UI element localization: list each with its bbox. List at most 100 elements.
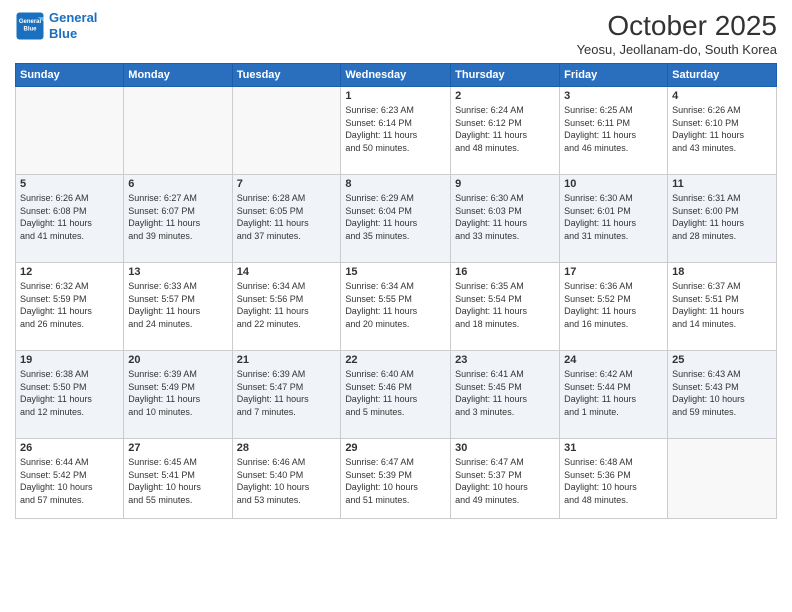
cell-info: Sunrise: 6:28 AMSunset: 6:05 PMDaylight:… [237,192,337,242]
cell-info: Sunrise: 6:37 AMSunset: 5:51 PMDaylight:… [672,280,772,330]
day-number: 15 [345,266,446,278]
calendar-cell: 18 Sunrise: 6:37 AMSunset: 5:51 PMDayligh… [668,263,777,351]
calendar-cell: 16Sunrise: 6:35 AMSunset: 5:54 PMDayligh… [451,263,560,351]
day-number: 26 [20,442,119,454]
calendar-cell: 21 Sunrise: 6:39 AMSunset: 5:47 PMDayligh… [232,351,341,439]
cell-info: Sunrise: 6:48 AMSunset: 5:36 PMDaylight:… [564,456,663,506]
calendar-cell: 28 Sunrise: 6:46 AMSunset: 5:40 PMDayligh… [232,439,341,519]
calendar-cell: 19 Sunrise: 6:38 AMSunset: 5:50 PMDayligh… [16,351,124,439]
calendar-cell: 1 Sunrise: 6:23 AMSunset: 6:14 PMDaylight… [341,87,451,175]
day-number: 2 [455,90,555,102]
weekday-header-row: SundayMondayTuesdayWednesdayThursdayFrid… [16,64,777,87]
calendar-week-row: 12Sunrise: 6:32 AMSunset: 5:59 PMDayligh… [16,263,777,351]
day-number: 6 [128,178,227,190]
cell-info: Sunrise: 6:34 AMSunset: 5:56 PMDaylight:… [237,280,337,330]
day-number: 3 [564,90,663,102]
cell-info: Sunrise: 6:23 AMSunset: 6:14 PMDaylight:… [345,104,446,154]
day-number: 18 [672,266,772,278]
calendar-cell [124,87,232,175]
calendar-cell: 20 Sunrise: 6:39 AMSunset: 5:49 PMDayligh… [124,351,232,439]
calendar-cell: 30Sunrise: 6:47 AMSunset: 5:37 PMDayligh… [451,439,560,519]
day-number: 29 [345,442,446,454]
cell-info: Sunrise: 6:34 AMSunset: 5:55 PMDaylight:… [345,280,446,330]
calendar-week-row: 19 Sunrise: 6:38 AMSunset: 5:50 PMDayligh… [16,351,777,439]
weekday-header: Monday [124,64,232,87]
day-number: 9 [455,178,555,190]
calendar-cell: 25Sunrise: 6:43 AMSunset: 5:43 PMDayligh… [668,351,777,439]
day-number: 12 [20,266,119,278]
cell-info: Sunrise: 6:45 AMSunset: 5:41 PMDaylight:… [128,456,227,506]
calendar-cell: 24Sunrise: 6:42 AMSunset: 5:44 PMDayligh… [560,351,668,439]
cell-info: Sunrise: 6:26 AMSunset: 6:10 PMDaylight:… [672,104,772,154]
day-number: 17 [564,266,663,278]
day-number: 24 [564,354,663,366]
logo-line2: Blue [49,26,77,41]
day-number: 7 [237,178,337,190]
logo-icon: General Blue [15,11,45,41]
cell-info: Sunrise: 6:29 AMSunset: 6:04 PMDaylight:… [345,192,446,242]
calendar-cell: 23 Sunrise: 6:41 AMSunset: 5:45 PMDayligh… [451,351,560,439]
cell-info: Sunrise: 6:30 AMSunset: 6:01 PMDaylight:… [564,192,663,242]
cell-info: Sunrise: 6:24 AMSunset: 6:12 PMDaylight:… [455,104,555,154]
day-number: 20 [128,354,227,366]
cell-info: Sunrise: 6:33 AMSunset: 5:57 PMDaylight:… [128,280,227,330]
calendar-cell: 9 Sunrise: 6:30 AMSunset: 6:03 PMDaylight… [451,175,560,263]
cell-info: Sunrise: 6:38 AMSunset: 5:50 PMDaylight:… [20,368,119,418]
calendar-cell: 27 Sunrise: 6:45 AMSunset: 5:41 PMDayligh… [124,439,232,519]
cell-info: Sunrise: 6:41 AMSunset: 5:45 PMDaylight:… [455,368,555,418]
day-number: 1 [345,90,446,102]
logo-line1: General [49,10,97,25]
calendar-cell: 7 Sunrise: 6:28 AMSunset: 6:05 PMDaylight… [232,175,341,263]
calendar-week-row: 5Sunrise: 6:26 AMSunset: 6:08 PMDaylight… [16,175,777,263]
calendar-cell: 6 Sunrise: 6:27 AMSunset: 6:07 PMDaylight… [124,175,232,263]
day-number: 8 [345,178,446,190]
calendar-cell: 4 Sunrise: 6:26 AMSunset: 6:10 PMDaylight… [668,87,777,175]
calendar-cell: 15 Sunrise: 6:34 AMSunset: 5:55 PMDayligh… [341,263,451,351]
calendar-cell: 13 Sunrise: 6:33 AMSunset: 5:57 PMDayligh… [124,263,232,351]
cell-info: Sunrise: 6:26 AMSunset: 6:08 PMDaylight:… [20,192,119,242]
cell-info: Sunrise: 6:39 AMSunset: 5:49 PMDaylight:… [128,368,227,418]
weekday-header: Friday [560,64,668,87]
calendar-week-row: 26 Sunrise: 6:44 AMSunset: 5:42 PMDayligh… [16,439,777,519]
cell-info: Sunrise: 6:47 AMSunset: 5:39 PMDaylight:… [345,456,446,506]
calendar-cell: 10 Sunrise: 6:30 AMSunset: 6:01 PMDayligh… [560,175,668,263]
page: General Blue General Blue October 2025 Y… [0,0,792,612]
cell-info: Sunrise: 6:39 AMSunset: 5:47 PMDaylight:… [237,368,337,418]
cell-info: Sunrise: 6:40 AMSunset: 5:46 PMDaylight:… [345,368,446,418]
cell-info: Sunrise: 6:36 AMSunset: 5:52 PMDaylight:… [564,280,663,330]
weekday-header: Wednesday [341,64,451,87]
month-title: October 2025 [577,10,777,42]
calendar-cell: 2 Sunrise: 6:24 AMSunset: 6:12 PMDaylight… [451,87,560,175]
day-number: 4 [672,90,772,102]
calendar-week-row: 1 Sunrise: 6:23 AMSunset: 6:14 PMDaylight… [16,87,777,175]
day-number: 11 [672,178,772,190]
calendar-cell: 29 Sunrise: 6:47 AMSunset: 5:39 PMDayligh… [341,439,451,519]
calendar-cell: 22 Sunrise: 6:40 AMSunset: 5:46 PMDayligh… [341,351,451,439]
day-number: 30 [455,442,555,454]
day-number: 23 [455,354,555,366]
day-number: 13 [128,266,227,278]
day-number: 28 [237,442,337,454]
day-number: 19 [20,354,119,366]
day-number: 21 [237,354,337,366]
cell-info: Sunrise: 6:46 AMSunset: 5:40 PMDaylight:… [237,456,337,506]
day-number: 31 [564,442,663,454]
calendar-cell: 12Sunrise: 6:32 AMSunset: 5:59 PMDayligh… [16,263,124,351]
day-number: 10 [564,178,663,190]
calendar-cell: 3 Sunrise: 6:25 AMSunset: 6:11 PMDaylight… [560,87,668,175]
calendar-cell: 17 Sunrise: 6:36 AMSunset: 5:52 PMDayligh… [560,263,668,351]
calendar-cell: 14 Sunrise: 6:34 AMSunset: 5:56 PMDayligh… [232,263,341,351]
calendar-cell: 5Sunrise: 6:26 AMSunset: 6:08 PMDaylight… [16,175,124,263]
calendar-cell [232,87,341,175]
cell-info: Sunrise: 6:27 AMSunset: 6:07 PMDaylight:… [128,192,227,242]
weekday-header: Tuesday [232,64,341,87]
day-number: 14 [237,266,337,278]
cell-info: Sunrise: 6:25 AMSunset: 6:11 PMDaylight:… [564,104,663,154]
day-number: 22 [345,354,446,366]
logo-text: General Blue [49,10,97,41]
cell-info: Sunrise: 6:30 AMSunset: 6:03 PMDaylight:… [455,192,555,242]
calendar-cell [16,87,124,175]
day-number: 27 [128,442,227,454]
cell-info: Sunrise: 6:35 AMSunset: 5:54 PMDaylight:… [455,280,555,330]
cell-info: Sunrise: 6:44 AMSunset: 5:42 PMDaylight:… [20,456,119,506]
